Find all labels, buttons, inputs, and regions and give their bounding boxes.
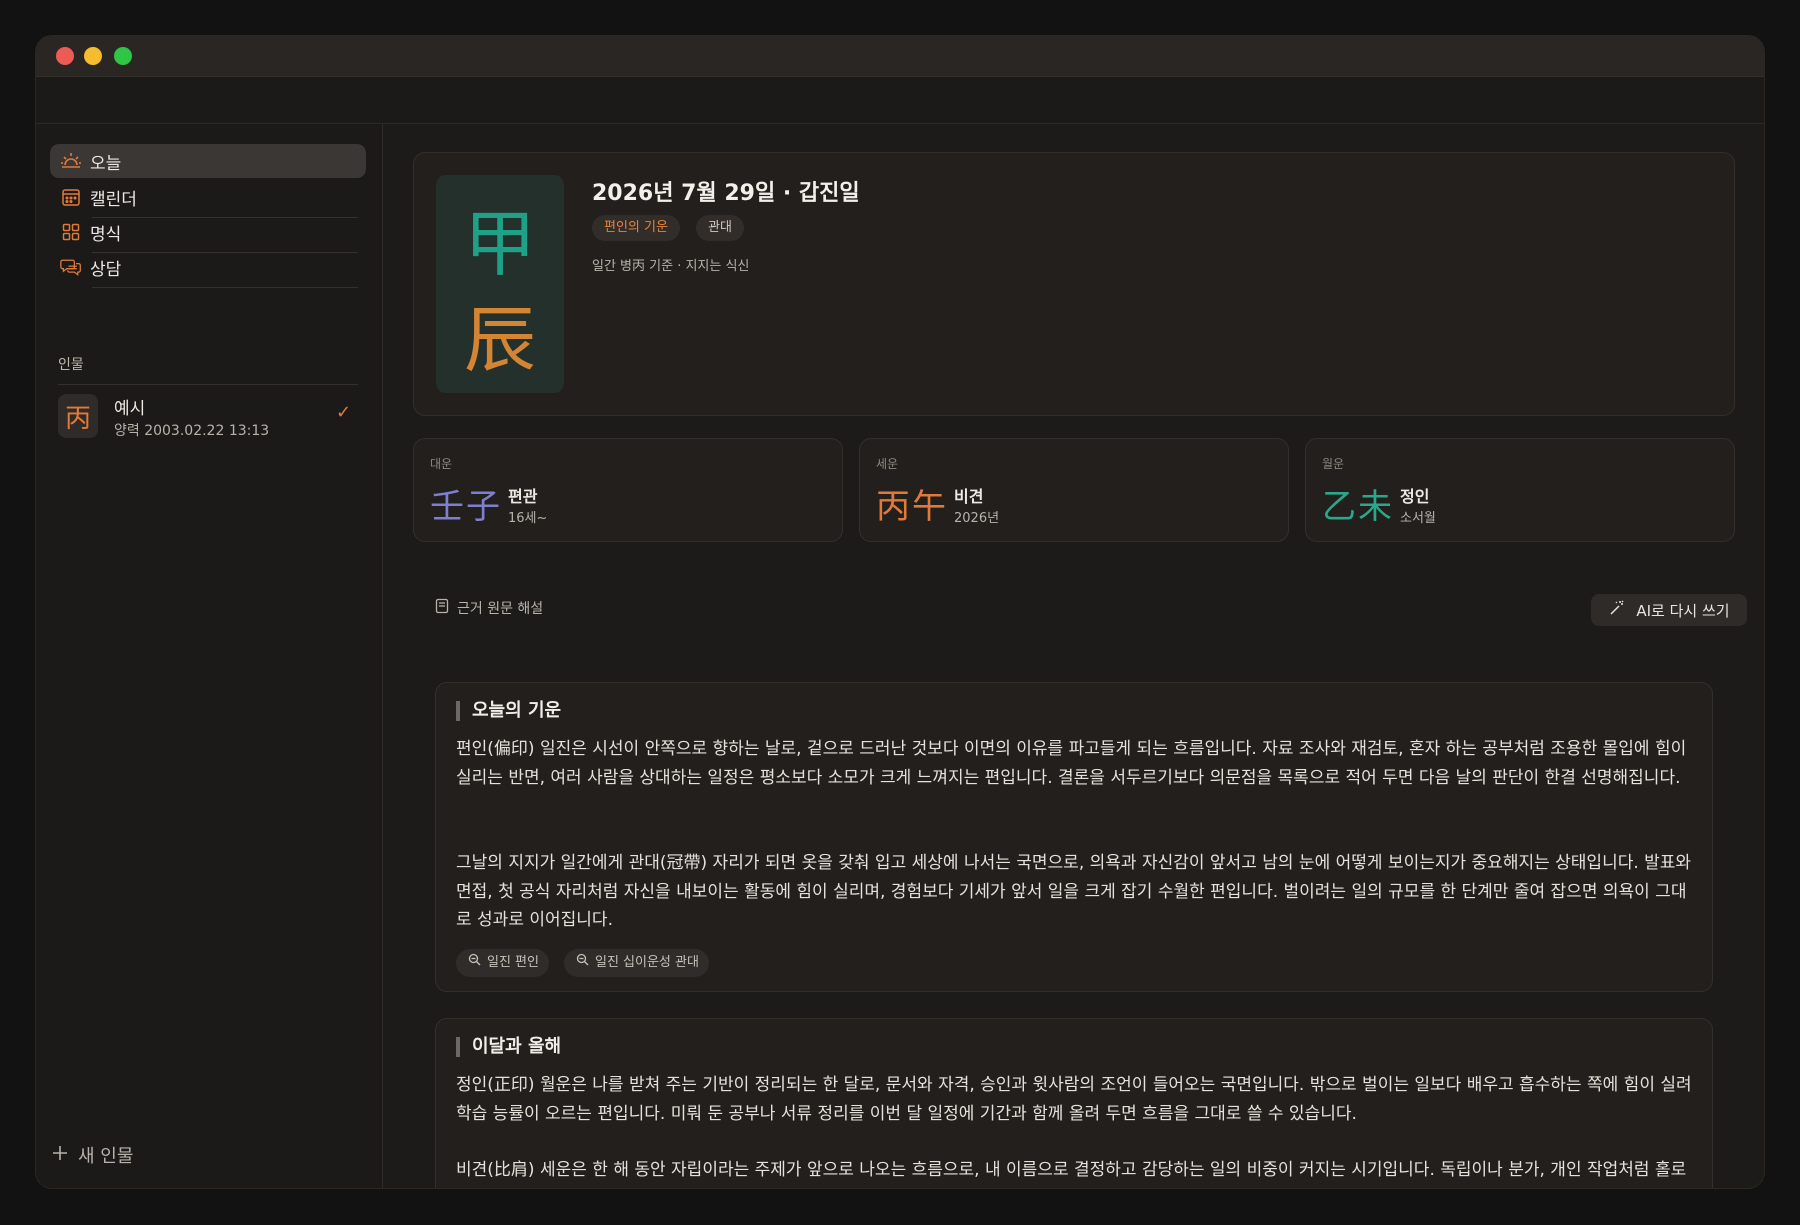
luck-card-seun: 세운 丙午 비견 2026년 (859, 438, 1289, 542)
sidebar-item-label: 명식 (90, 224, 122, 245)
ai-rewrite-button[interactable]: AI로 다시 쓰기 (1591, 594, 1747, 626)
luck-name: 정인 (1400, 487, 1430, 506)
person-badge: 丙 (58, 394, 98, 438)
zoom-window-button[interactable] (114, 47, 132, 65)
luck-sub: 소서월 (1400, 511, 1436, 526)
chat-icon (60, 256, 82, 278)
main-content: 甲 辰 2026년 7월 29일 · 갑진일 편인의 기운 관대 일간 병丙 기… (383, 124, 1764, 1188)
section-title: 이달과 올해 (456, 1037, 561, 1057)
new-person-label: 새 인물 (78, 1146, 134, 1167)
grid-icon (60, 221, 82, 243)
earthly-branch: 辰 (463, 298, 536, 382)
minimize-window-button[interactable] (84, 47, 102, 65)
section-card-month-year: 이달과 올해 정인(正印) 월운은 나를 받쳐 주는 기반이 정리되는 한 달로… (435, 1018, 1713, 1188)
person-item[interactable]: 丙 예시 양력 2003.02.22 13:13 ✓ (58, 394, 358, 448)
section-title: 오늘의 기운 (456, 701, 561, 721)
new-person-button[interactable]: 새 인물 (52, 1142, 133, 1168)
luck-name: 비견 (954, 487, 984, 506)
plus-icon (52, 1145, 68, 1166)
book-icon (435, 598, 449, 618)
section-paragraph: 그날의 지지가 일간에게 관대(冠帶) 자리가 되면 옷을 갖춰 입고 세상에 … (456, 853, 1692, 930)
today-hero-card: 甲 辰 2026년 7월 29일 · 갑진일 편인의 기운 관대 일간 병丙 기… (413, 152, 1735, 416)
section-paragraph: 비견(比肩) 세운은 한 해 동안 자립이라는 주제가 앞으로 나오는 흐름으로… (456, 1160, 1687, 1180)
source-explanation-link[interactable]: 근거 원문 해설 (435, 598, 543, 618)
sidebar-item-label: 상담 (90, 259, 122, 280)
luck-hanja: 壬子 (430, 487, 502, 527)
divider (58, 384, 358, 385)
luck-sub: 2026년 (954, 511, 1000, 526)
page-title: 2026년 7월 29일 · 갑진일 (592, 181, 860, 206)
sidebar-item-chart[interactable]: 명식 (50, 215, 366, 249)
person-name: 예시 (114, 399, 146, 419)
sidebar-item-calendar[interactable]: 캘린더 (50, 180, 366, 214)
section-card-today: 오늘의 기운 편인(偏印) 일진은 시선이 안쪽으로 향하는 날로, 겉으로 드… (435, 682, 1713, 992)
day-pillar-box: 甲 辰 (436, 175, 564, 393)
magic-wand-icon (1608, 599, 1626, 621)
person-birth-date: 양력 2003.02.22 13:13 (114, 423, 270, 439)
hero-subtitle: 일간 병丙 기준 · 지지는 식신 (592, 259, 750, 274)
luck-sub: 16세~ (508, 511, 548, 526)
luck-name: 편관 (508, 487, 538, 506)
tag-ten-god: 편인의 기운 (592, 215, 680, 241)
luck-card-daeun: 대운 壬子 편관 16세~ (413, 438, 843, 542)
sidebar-item-label: 캘린더 (90, 189, 137, 210)
section-paragraph: 편인(偏印) 일진은 시선이 안쪽으로 향하는 날로, 겉으로 드러난 것보다 … (456, 739, 1687, 788)
luck-hanja: 乙未 (1322, 487, 1394, 527)
luck-label: 세운 (876, 457, 899, 471)
sidebar-item-label: 오늘 (90, 153, 122, 174)
app-window: 오늘 캘린더 명식 상담 인물 丙 예시 양력 2003.02.22 13:13… (36, 36, 1764, 1188)
source-label: 근거 원문 해설 (457, 601, 544, 617)
luck-label: 월운 (1322, 457, 1345, 471)
sidebar: 오늘 캘린더 명식 상담 인물 丙 예시 양력 2003.02.22 13:13… (36, 124, 383, 1188)
source-chip[interactable]: 일진 십이운성 관대 (564, 949, 709, 977)
source-chip[interactable]: 일진 편인 (456, 949, 549, 977)
luck-hanja: 丙午 (876, 487, 948, 527)
calendar-icon (60, 186, 82, 208)
luck-card-wolun: 월운 乙未 정인 소서월 (1305, 438, 1735, 542)
tag-life-stage: 관대 (696, 215, 744, 241)
divider (92, 287, 358, 288)
toolbar (36, 77, 1764, 124)
checkmark-icon: ✓ (336, 402, 352, 423)
luck-label: 대운 (430, 457, 453, 471)
zoom-icon (576, 949, 589, 977)
sidebar-item-consult[interactable]: 상담 (50, 250, 366, 284)
sidebar-item-today[interactable]: 오늘 (50, 144, 366, 178)
zoom-icon (468, 949, 481, 977)
sun-icon (60, 150, 82, 172)
title-bar (36, 36, 1764, 77)
section-label-people: 인물 (58, 357, 84, 373)
ai-rewrite-label: AI로 다시 쓰기 (1636, 601, 1730, 620)
close-window-button[interactable] (56, 47, 74, 65)
chip-label: 일진 십이운성 관대 (595, 955, 699, 970)
chip-label: 일진 편인 (487, 955, 539, 970)
section-paragraph: 정인(正印) 월운은 나를 받쳐 주는 기반이 정리되는 한 달로, 문서와 자… (456, 1075, 1692, 1124)
heavenly-stem: 甲 (463, 202, 536, 286)
